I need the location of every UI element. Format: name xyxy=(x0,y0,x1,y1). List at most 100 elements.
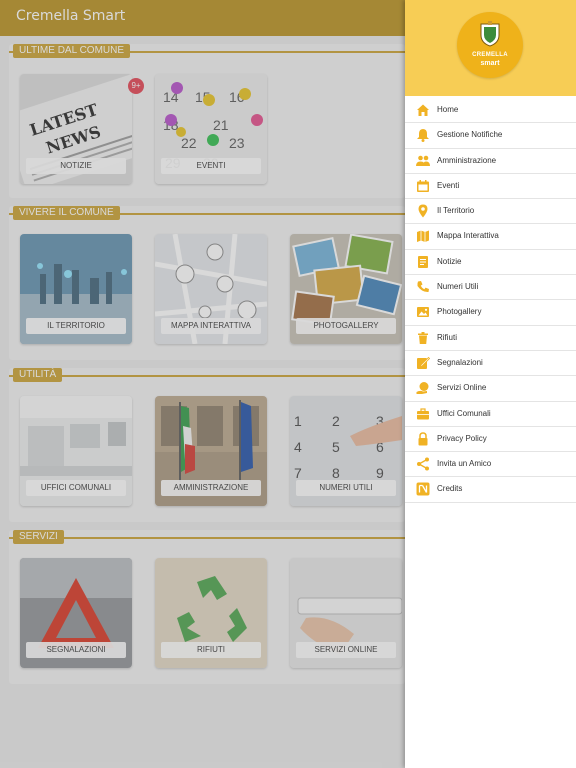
menu-item-il-territorio[interactable]: Il Territorio xyxy=(405,199,576,225)
svg-text:8: 8 xyxy=(332,465,340,481)
credits-icon xyxy=(416,482,430,496)
menu-label: Eventi xyxy=(437,180,460,190)
bell-icon xyxy=(417,129,429,143)
tile-eventi[interactable]: 141516 1821 2223 2930 EVENTI xyxy=(155,74,267,184)
menu-item-home[interactable]: Home xyxy=(405,98,576,124)
home-icon xyxy=(417,104,429,116)
tile-label: SERVIZI ONLINE xyxy=(296,642,396,658)
section-vivere-il-comune: VIVERE IL COMUNE IL TERRITORIO MAPPA INT… xyxy=(9,206,405,360)
menu-item-eventi[interactable]: Eventi xyxy=(405,174,576,200)
menu-item-privacy-policy[interactable]: Privacy Policy xyxy=(405,427,576,453)
svg-text:9: 9 xyxy=(376,465,384,481)
tile-label: UFFICI COMUNALI xyxy=(26,480,126,496)
app-title: Cremella Smart xyxy=(16,8,126,24)
document-icon xyxy=(418,255,428,268)
menu-item-notizie[interactable]: Notizie xyxy=(405,250,576,276)
menu-label: Rifiuti xyxy=(437,332,458,342)
svg-text:4: 4 xyxy=(294,439,302,455)
tile-label: RIFIUTI xyxy=(161,642,261,658)
tile-label: AMMINISTRAZIONE xyxy=(161,480,261,496)
section-header: UTILITÀ xyxy=(13,368,63,382)
notification-badge: 9+ xyxy=(128,78,144,94)
menu-label: Segnalazioni xyxy=(437,357,483,367)
photo-icon xyxy=(417,307,429,318)
section-ultime-dal-comune: ULTIME DAL COMUNE LATEST NEWS NOTIZIE 9+… xyxy=(9,44,405,198)
tile-label: NUMERI UTILI xyxy=(296,480,396,496)
svg-text:21: 21 xyxy=(213,117,229,133)
menu-label: Amministrazione xyxy=(437,155,497,165)
section-rule xyxy=(9,537,405,539)
menu-item-mappa-interattiva[interactable]: Mappa Interattiva xyxy=(405,224,576,250)
cremella-smart-logo: CREMELLA smart xyxy=(457,12,523,78)
logo-line1: CREMELLA xyxy=(472,52,508,58)
menu-item-gestione-notifiche[interactable]: Gestione Notifiche xyxy=(405,123,576,149)
drawer-menu: Home Gestione Notifiche Amministrazione … xyxy=(405,98,576,503)
menu-item-credits[interactable]: Credits xyxy=(405,477,576,503)
section-rule xyxy=(9,375,405,377)
tile-segnalazioni[interactable]: SEGNALAZIONI xyxy=(20,558,132,668)
menu-label: Uffici Comunali xyxy=(437,408,491,418)
tile-label: PHOTOGALLERY xyxy=(296,318,396,334)
lock-icon xyxy=(418,432,428,446)
main-content: ULTIME DAL COMUNE LATEST NEWS NOTIZIE 9+… xyxy=(0,36,405,768)
phone-icon xyxy=(417,281,429,293)
briefcase-icon xyxy=(417,407,429,420)
tile-label: IL TERRITORIO xyxy=(26,318,126,334)
menu-label: Privacy Policy xyxy=(437,433,487,443)
menu-item-numeri-utili[interactable]: Numeri Utili xyxy=(405,275,576,301)
tile-uffici-comunali[interactable]: UFFICI COMUNALI xyxy=(20,396,132,506)
tile-notizie[interactable]: LATEST NEWS NOTIZIE xyxy=(20,74,132,184)
menu-item-segnalazioni[interactable]: Segnalazioni xyxy=(405,351,576,377)
menu-label: Home xyxy=(437,105,459,114)
menu-label: Mappa Interattiva xyxy=(437,231,499,241)
drawer-header: CREMELLA smart xyxy=(405,0,576,96)
share-icon xyxy=(417,457,429,471)
tile-il-territorio[interactable]: IL TERRITORIO xyxy=(20,234,132,344)
section-header: VIVERE IL COMUNE xyxy=(13,206,120,220)
menu-item-rifiuti[interactable]: Rifiuti xyxy=(405,326,576,351)
tile-label: SEGNALAZIONI xyxy=(26,642,126,658)
app-bar: Cremella Smart xyxy=(0,0,405,36)
people-icon xyxy=(416,155,430,166)
tile-label: EVENTI xyxy=(161,158,261,174)
navigation-drawer: CREMELLA smart Home Gestione Notifiche A… xyxy=(405,0,576,768)
menu-item-uffici-comunali[interactable]: Uffici Comunali xyxy=(405,402,576,427)
svg-text:2: 2 xyxy=(332,413,340,429)
calendar-icon xyxy=(417,179,429,192)
trash-icon xyxy=(418,331,428,344)
menu-item-servizi-online[interactable]: Servizi Online xyxy=(405,376,576,402)
tile-servizi-online[interactable]: SERVIZI ONLINE xyxy=(290,558,402,668)
menu-item-photogallery[interactable]: Photogallery xyxy=(405,300,576,326)
coat-of-arms-icon xyxy=(480,21,500,47)
menu-label: Credits xyxy=(437,484,463,494)
tile-label: MAPPA INTERATTIVA xyxy=(161,318,261,334)
tile-amministrazione[interactable]: AMMINISTRAZIONE xyxy=(155,396,267,506)
svg-text:7: 7 xyxy=(294,465,302,481)
menu-label: Photogallery xyxy=(437,307,482,317)
menu-label: Il Territorio xyxy=(437,206,475,216)
tile-mappa-interattiva[interactable]: MAPPA INTERATTIVA xyxy=(155,234,267,344)
menu-label: Invita un Amico xyxy=(437,459,492,469)
location-pin-icon xyxy=(418,204,428,218)
tile-label: NOTIZIE xyxy=(26,158,126,174)
svg-text:23: 23 xyxy=(229,135,245,151)
report-icon xyxy=(417,356,430,369)
section-servizi: SERVIZI SEGNALAZIONI RIFIUTI SERVIZI ONL… xyxy=(9,530,405,684)
tile-numeri-utili[interactable]: 123 456 789 NUMERI UTILI xyxy=(290,396,402,506)
svg-text:5: 5 xyxy=(332,439,340,455)
svg-text:1: 1 xyxy=(294,413,302,429)
tile-photogallery[interactable]: PHOTOGALLERY xyxy=(290,234,402,344)
section-utilita: UTILITÀ UFFICI COMUNALI AMMINISTRAZIONE … xyxy=(9,368,405,522)
logo-line2: smart xyxy=(480,60,500,67)
menu-item-invita-un-amico[interactable]: Invita un Amico xyxy=(405,452,576,478)
section-header: SERVIZI xyxy=(13,530,64,544)
menu-label: Numeri Utili xyxy=(437,282,479,292)
menu-item-amministrazione[interactable]: Amministrazione xyxy=(405,149,576,174)
tile-rifiuti[interactable]: RIFIUTI xyxy=(155,558,267,668)
section-header: ULTIME DAL COMUNE xyxy=(13,44,131,58)
menu-label: Servizi Online xyxy=(437,383,487,393)
map-icon xyxy=(417,230,429,243)
menu-label: Notizie xyxy=(437,256,462,266)
svg-text:22: 22 xyxy=(181,135,197,151)
menu-label: Gestione Notifiche xyxy=(437,130,503,140)
